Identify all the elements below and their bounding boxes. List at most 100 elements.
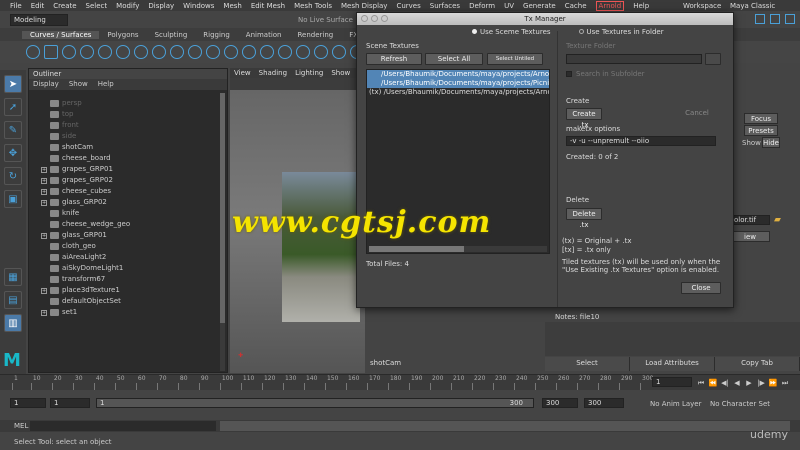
menu-item-edit[interactable]: Edit [31,2,45,10]
start-time-field[interactable]: 1 [10,398,46,408]
curve-icon[interactable] [188,45,202,59]
refresh-button[interactable]: Refresh [366,53,422,65]
notes-field[interactable] [545,322,800,356]
layout-icon[interactable]: ▥ [4,314,22,332]
expand-icon[interactable]: + [41,199,47,206]
list-item[interactable]: (tx) /Users/Bhaumik/Documents/maya/proje… [367,88,549,97]
list-item[interactable]: /Users/Bhaumik/Documents/maya/projects/P… [367,79,549,88]
list-item[interactable]: aiSkyDomeLight1 [29,263,227,274]
view-button[interactable]: iew [730,231,770,242]
lasso-tool-icon[interactable]: ➚ [4,98,22,116]
playback-start-field[interactable]: 1 [50,398,90,408]
list-item[interactable]: shotCam [29,142,227,153]
viewport-menu-item[interactable]: Shading [259,68,287,78]
menu-item-display[interactable]: Display [148,2,174,10]
character-set-dropdown[interactable]: No Character Set [710,400,770,408]
end-time-field[interactable]: 300 [584,398,624,408]
select-button[interactable]: Select [545,357,630,371]
shelf-tab-5[interactable]: Rendering [289,31,341,39]
menu-item-mesh-display[interactable]: Mesh Display [341,2,387,10]
list-item[interactable]: cheese_wedge_geo [29,219,227,230]
list-item[interactable]: persp [29,98,227,109]
shelf-tab-1[interactable]: Polygons [99,31,146,39]
live-surface-field[interactable]: No Live Surface [298,16,353,24]
file-path-field[interactable]: olor.tif [730,215,770,225]
expand-icon[interactable]: + [41,166,47,173]
list-item[interactable]: defaultObjectSet [29,296,227,307]
menu-item-file[interactable]: File [10,2,22,10]
cancel-button[interactable]: Cancel [677,108,717,120]
mel-input[interactable] [30,421,216,431]
list-item[interactable]: top [29,109,227,120]
menu-item-windows[interactable]: Windows [183,2,214,10]
list-item[interactable]: + grapes_GRP02 [29,175,227,186]
outliner-scrollbar[interactable] [220,93,225,371]
menu-item-select[interactable]: Select [86,2,108,10]
playback-end-field[interactable]: 300 [542,398,578,408]
anim-layer-dropdown[interactable]: No Anim Layer [650,400,701,408]
focus-button[interactable]: Focus [744,113,778,124]
nurbs-circle-icon[interactable] [26,45,40,59]
layout-icon[interactable]: ▦ [4,268,22,286]
list-item[interactable]: side [29,131,227,142]
go-start-icon[interactable]: ⏮ [696,378,706,388]
texture-folder-input[interactable] [566,54,702,64]
paint-tool-icon[interactable]: ✎ [4,121,22,139]
list-item[interactable]: cloth_geo [29,241,227,252]
layout-icon[interactable]: ▤ [4,291,22,309]
minimize-window-icon[interactable] [371,15,378,22]
menu-item-deform[interactable]: Deform [469,2,495,10]
menu-item-curves[interactable]: Curves [396,2,420,10]
outliner-menu-item[interactable]: Show [69,79,88,90]
rotate-tool-icon[interactable]: ↻ [4,167,22,185]
curve-icon[interactable] [332,45,346,59]
play-back-icon[interactable]: ◀ [732,378,742,388]
current-frame-field[interactable]: 1 [652,377,692,387]
curve-icon[interactable] [62,45,76,59]
expand-icon[interactable]: + [41,309,47,316]
menu-item-arnold[interactable]: Arnold [595,0,625,11]
expand-icon[interactable]: + [41,287,47,294]
panel-icon[interactable] [755,14,765,24]
list-item[interactable]: + set1 [29,307,227,318]
shelf-tab-3[interactable]: Rigging [195,31,238,39]
list-item[interactable]: + cheese_cubes [29,186,227,197]
nurbs-square-icon[interactable] [44,45,58,59]
scrollbar-thumb[interactable] [369,246,464,252]
viewport-menu-item[interactable]: View [234,68,251,78]
curve-icon[interactable] [278,45,292,59]
presets-button[interactable]: Presets [744,125,778,136]
scale-tool-icon[interactable]: ▣ [4,190,22,208]
list-item[interactable]: + place3dTexture1 [29,285,227,296]
menu-item-help[interactable]: Help [633,2,649,10]
copy-tab-button[interactable]: Copy Tab [715,357,800,371]
play-forward-icon[interactable]: ▶ [744,378,754,388]
curve-icon[interactable] [260,45,274,59]
move-tool-icon[interactable]: ✥ [4,144,22,162]
outliner-menu-item[interactable]: Help [98,79,114,90]
list-item[interactable]: front [29,120,227,131]
search-subfolder-checkbox[interactable] [566,71,572,77]
close-button[interactable]: Close [681,282,721,294]
workspace-dropdown[interactable]: Maya Classic [730,2,775,10]
menu-item-mesh-tools[interactable]: Mesh Tools [294,2,332,10]
maximize-window-icon[interactable] [381,15,388,22]
viewport-menu-item[interactable]: Lighting [295,68,323,78]
step-forward-icon[interactable]: ⏩ [768,378,778,388]
load-attributes-button[interactable]: Load Attributes [630,357,715,371]
menu-item-cache[interactable]: Cache [565,2,587,10]
menu-item-surfaces[interactable]: Surfaces [430,2,460,10]
next-key-icon[interactable]: |▶ [756,378,766,388]
list-item[interactable]: knife [29,208,227,219]
browse-button[interactable] [705,53,721,65]
list-item[interactable]: transform67 [29,274,227,285]
outliner-menu-item[interactable]: Display [33,79,59,90]
select-all-button[interactable]: Select All [425,53,483,65]
maketx-options-input[interactable]: -v -u --unpremult --oiio [566,136,716,146]
curve-icon[interactable] [80,45,94,59]
curve-icon[interactable] [116,45,130,59]
panel-icon[interactable] [785,14,795,24]
shelf-tab-2[interactable]: Sculpting [147,31,196,39]
shelf-tab-0[interactable]: Curves / Surfaces [22,30,100,39]
menu-item-mesh[interactable]: Mesh [223,2,241,10]
